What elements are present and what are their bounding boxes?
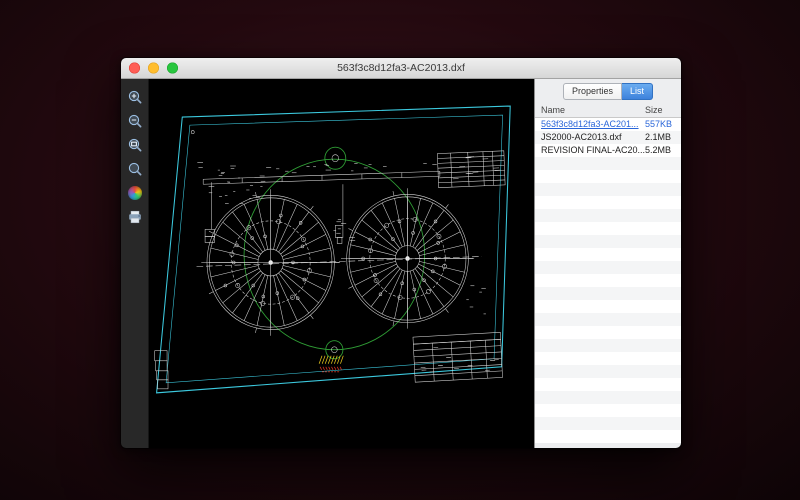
file-size: 2.1MB (645, 131, 681, 144)
zoom-window-icon[interactable] (126, 136, 144, 154)
file-name: 563f3c8d12fa3-AC201... (541, 118, 645, 131)
tab-list[interactable]: List (622, 83, 653, 100)
close-button[interactable] (129, 63, 140, 74)
empty-row (535, 248, 681, 261)
file-row[interactable]: REVISION FINAL-AC20...5.2MB (535, 144, 681, 157)
empty-row (535, 183, 681, 196)
empty-row (535, 235, 681, 248)
window-title: 563f3c8d12fa3-AC2013.dxf (337, 62, 465, 74)
empty-row (535, 209, 681, 222)
zoom-in-icon[interactable] (126, 88, 144, 106)
empty-row (535, 430, 681, 443)
empty-row (535, 352, 681, 365)
empty-row (535, 404, 681, 417)
drawing-canvas[interactable] (149, 79, 534, 448)
empty-row (535, 313, 681, 326)
file-name: JS2000-AC2013.dxf (541, 131, 645, 144)
list-header: Name Size (535, 103, 681, 118)
tab-properties[interactable]: Properties (563, 83, 622, 100)
fullscreen-button[interactable] (167, 63, 178, 74)
empty-row (535, 222, 681, 235)
empty-row (535, 339, 681, 352)
empty-row (535, 417, 681, 430)
panel-tabbar: Properties List (535, 79, 681, 103)
column-size[interactable]: Size (645, 105, 681, 115)
render-colors-icon[interactable] (126, 184, 144, 202)
file-size: 557KB (645, 118, 681, 131)
empty-row (535, 300, 681, 313)
print-icon[interactable] (126, 208, 144, 226)
desktop: { "window": { "title": "563f3c8d12fa3-AC… (0, 0, 800, 500)
file-size: 5.2MB (645, 144, 681, 157)
file-name: REVISION FINAL-AC20... (541, 144, 645, 157)
titlebar[interactable]: 563f3c8d12fa3-AC2013.dxf (121, 58, 681, 79)
traffic-lights (129, 63, 178, 74)
empty-row (535, 378, 681, 391)
cad-drawing (149, 79, 534, 448)
file-list: 563f3c8d12fa3-AC201...557KBJS2000-AC2013… (535, 118, 681, 448)
file-row[interactable]: 563f3c8d12fa3-AC201...557KB (535, 118, 681, 131)
sidebar-panel: Properties List Name Size 563f3c8d12fa3-… (534, 79, 681, 448)
file-row[interactable]: JS2000-AC2013.dxf2.1MB (535, 131, 681, 144)
empty-row (535, 170, 681, 183)
empty-row (535, 365, 681, 378)
app-window: 563f3c8d12fa3-AC2013.dxf Properties List… (121, 58, 681, 448)
empty-row (535, 157, 681, 170)
zoom-out-icon[interactable] (126, 112, 144, 130)
minimize-button[interactable] (148, 63, 159, 74)
magnifier-icon[interactable] (126, 160, 144, 178)
empty-row (535, 274, 681, 287)
empty-row (535, 326, 681, 339)
empty-row (535, 287, 681, 300)
empty-row (535, 261, 681, 274)
toolbar (121, 79, 149, 448)
column-name[interactable]: Name (541, 105, 645, 115)
empty-row (535, 391, 681, 404)
empty-row (535, 196, 681, 209)
